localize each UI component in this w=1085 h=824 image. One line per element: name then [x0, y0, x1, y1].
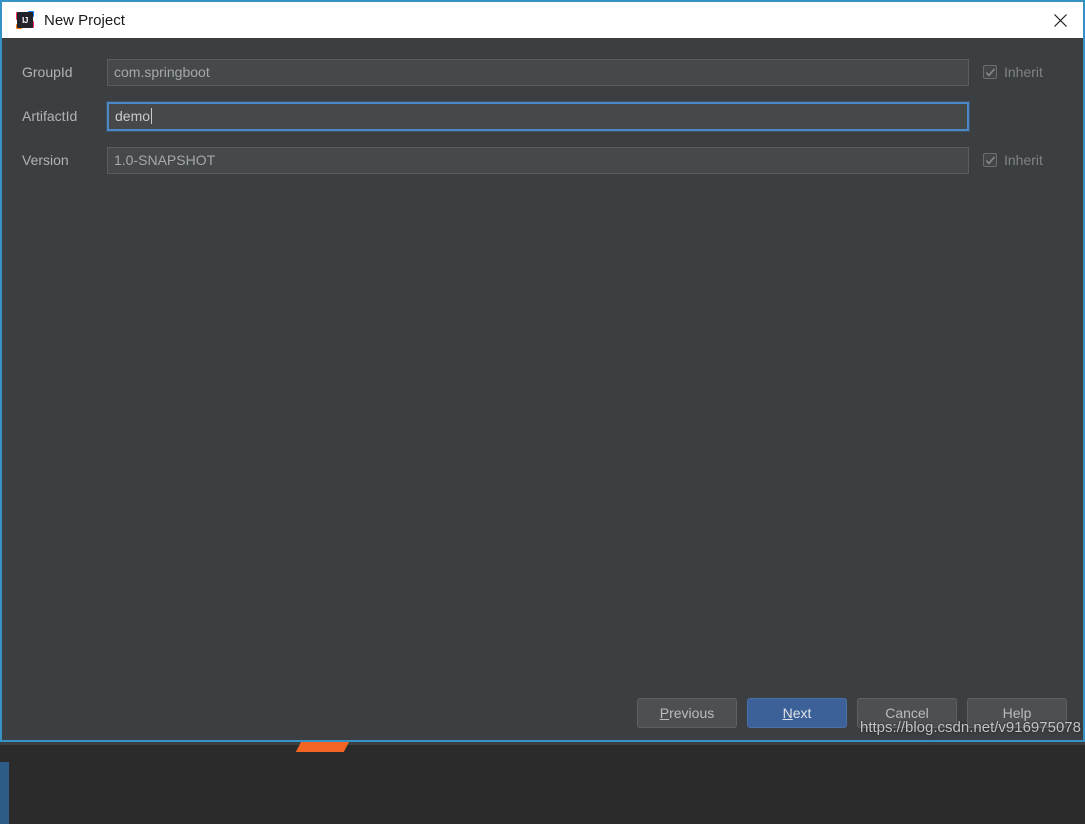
next-button-label: ext: [793, 705, 812, 721]
previous-button-mnemonic: P: [660, 705, 669, 721]
groupid-inherit-group[interactable]: Inherit: [983, 64, 1043, 80]
watermark-url: https://blog.csdn.net/v916975078: [860, 719, 1081, 736]
previous-button-label: revious: [669, 705, 714, 721]
artifactid-input[interactable]: demo: [107, 102, 969, 131]
text-caret: [151, 108, 152, 124]
dialog-titlebar: IJ New Project: [2, 2, 1083, 38]
version-inherit-label: Inherit: [1004, 152, 1043, 168]
form-row-version: Version 1.0-SNAPSHOT Inherit: [2, 138, 1083, 182]
groupid-inherit-label: Inherit: [1004, 64, 1043, 80]
version-inherit-group[interactable]: Inherit: [983, 152, 1043, 168]
form-row-artifactid: ArtifactId demo: [2, 94, 1083, 138]
dialog-title: New Project: [44, 12, 125, 29]
version-label: Version: [2, 152, 107, 168]
previous-button[interactable]: Previous: [637, 698, 737, 728]
dialog-body: GroupId com.springboot Inherit ArtifactI…: [2, 38, 1083, 740]
background-selected-tool: [0, 762, 9, 824]
form-row-groupid: GroupId com.springboot Inherit: [2, 50, 1083, 94]
project-coordinates-form: GroupId com.springboot Inherit ArtifactI…: [2, 50, 1083, 182]
version-input[interactable]: 1.0-SNAPSHOT: [107, 147, 969, 174]
close-icon[interactable]: [1037, 2, 1083, 38]
new-project-dialog: IJ New Project GroupId com.springboot: [0, 0, 1085, 742]
artifactid-input-text: demo: [115, 108, 150, 124]
artifactid-label: ArtifactId: [2, 108, 107, 124]
groupid-label: GroupId: [2, 64, 107, 80]
next-button-mnemonic: N: [783, 705, 793, 721]
intellij-idea-icon: IJ: [16, 11, 34, 29]
groupid-input[interactable]: com.springboot: [107, 59, 969, 86]
next-button[interactable]: Next: [747, 698, 847, 728]
version-inherit-checkbox[interactable]: [983, 153, 997, 167]
groupid-inherit-checkbox[interactable]: [983, 65, 997, 79]
